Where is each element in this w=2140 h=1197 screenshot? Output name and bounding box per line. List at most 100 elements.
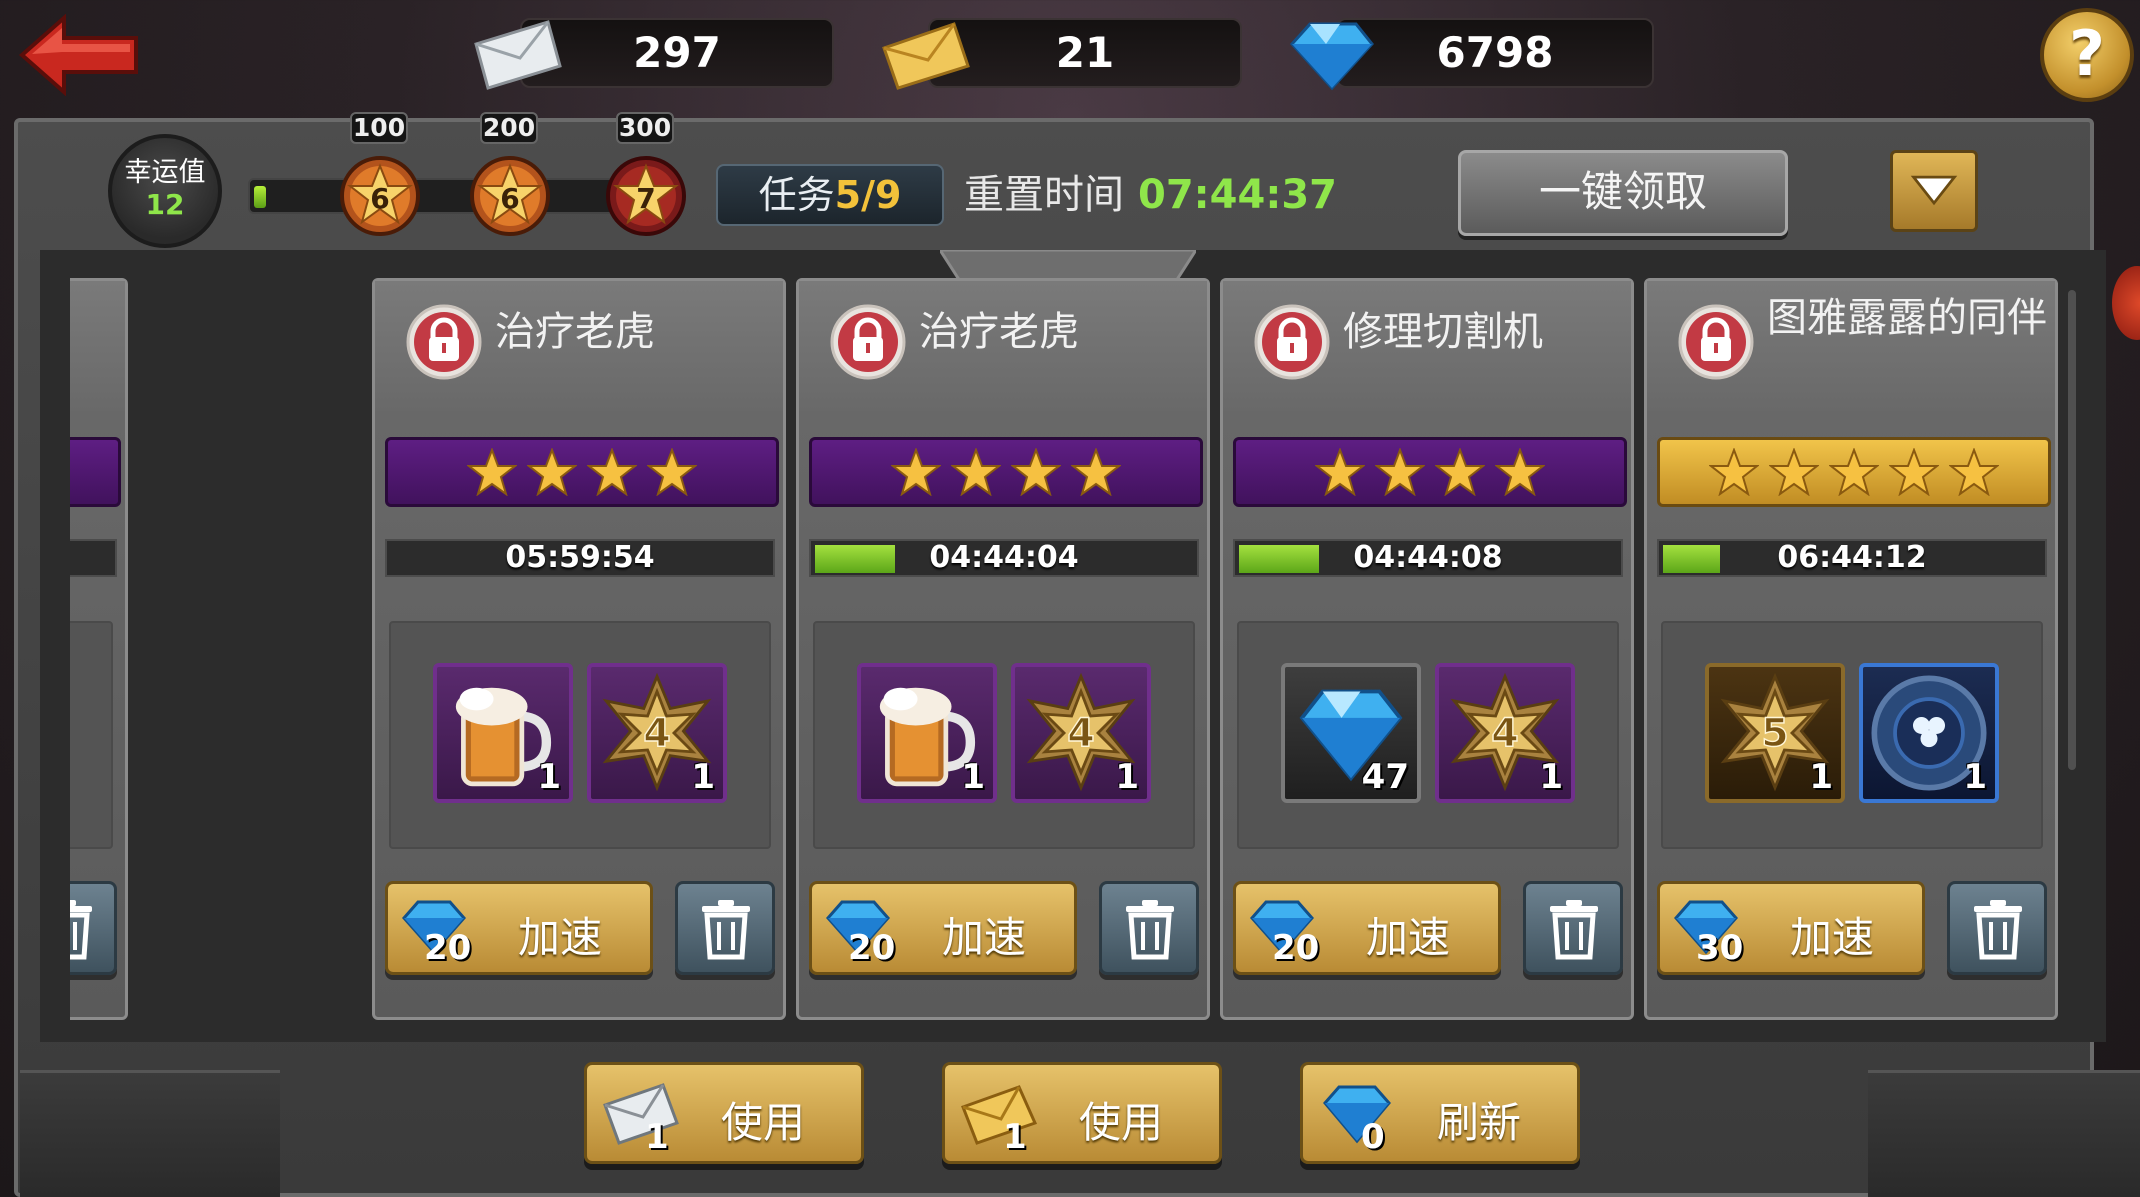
speed-up-cost: 20 (424, 928, 472, 968)
use-envelope-button[interactable]: 1 使用 (584, 1062, 864, 1164)
cards-scrollbar[interactable] (2068, 290, 2076, 770)
trash-icon (1550, 900, 1598, 960)
star-icon (1709, 448, 1759, 496)
side-notification-button[interactable] (2112, 266, 2140, 340)
reward-item[interactable]: 41 (587, 663, 727, 803)
star-icon (1495, 448, 1545, 496)
diamond-icon (1289, 22, 1374, 91)
mission-cards-strip: 治疗老虎05:59:56141加速治疗老虎05:59:5414120加速治疗老虎… (70, 278, 2070, 1020)
diamond-count: 6798 (1436, 28, 1554, 77)
mission-card-header: 治疗老虎 (375, 281, 783, 411)
delete-mission-button[interactable] (1523, 881, 1623, 975)
refresh-cost: 0 (1361, 1117, 1385, 1157)
lucky-progress-fill (254, 186, 266, 208)
milestone-chest-3[interactable]: 7 (604, 154, 688, 238)
speed-up-button[interactable]: 20 加速 (385, 881, 653, 975)
mission-timer: 05:59:56 (70, 541, 115, 575)
mission-timer: 04:44:04 (929, 540, 1079, 575)
mission-card-header: 图雅露露的同伴 (1647, 281, 2055, 411)
task-progress-badge: 任务5/9 (716, 164, 944, 226)
star-icon (647, 448, 697, 496)
reward-quantity: 1 (1809, 757, 1833, 797)
svg-text:4: 4 (643, 710, 671, 756)
reward-item[interactable]: 41 (1011, 663, 1151, 803)
use-gold-envelope-button[interactable]: 1 使用 (942, 1062, 1222, 1164)
mission-card[interactable]: 修理切割机 04:44:08 47 4 1 20 加速 (1220, 278, 1634, 1020)
star-icon (1375, 448, 1425, 496)
mission-rewards: 47 4 1 (1237, 621, 1619, 849)
delete-mission-button[interactable] (70, 881, 117, 975)
mission-star-rating (70, 437, 121, 507)
lock-icon (1678, 304, 1754, 380)
reward-item[interactable]: 1 (857, 663, 997, 803)
mission-card[interactable]: 图雅露露的同伴 06:44:12 5 1 1 30 加速 (1644, 278, 2058, 1020)
trash-icon (70, 900, 92, 960)
back-arrow-icon (18, 13, 138, 97)
star-icon (1829, 448, 1879, 496)
delete-mission-button[interactable] (675, 881, 775, 975)
svg-text:4: 4 (1491, 710, 1519, 756)
gold-envelope-count: 21 (1055, 28, 1115, 77)
milestone-chest-2[interactable]: 6 (468, 154, 552, 238)
use-gold-envelope-label: 使用 (1079, 1098, 1164, 1147)
mission-card[interactable]: 治疗老虎 05:59:54 1 4 1 20 加速 (372, 278, 786, 1020)
lock-icon (1254, 304, 1330, 380)
star-icon (1435, 448, 1485, 496)
star-icon (587, 448, 637, 496)
speed-up-button[interactable]: 30 加速 (1657, 881, 1925, 975)
reward-quantity: 1 (537, 757, 561, 797)
reward-item[interactable]: 1 (1859, 663, 1999, 803)
milestone-threshold-300: 300 (616, 112, 674, 144)
envelope-count: 297 (633, 28, 721, 77)
reward-quantity: 1 (1539, 757, 1563, 797)
mission-rewards: 1 41 (389, 621, 771, 849)
delete-mission-button[interactable] (1947, 881, 2047, 975)
reward-item[interactable]: 51 (1705, 663, 1845, 803)
help-button[interactable]: ? (2040, 8, 2134, 102)
claim-all-button[interactable]: 一键领取 (1458, 150, 1788, 236)
svg-text:4: 4 (1067, 710, 1095, 756)
refresh-label: 刷新 (1437, 1098, 1522, 1147)
reward-item[interactable]: 1 (433, 663, 573, 803)
milestone-chest-1[interactable]: 6 (338, 154, 422, 238)
milestone-count-1: 6 (370, 182, 389, 215)
mission-timer-bar: 05:59:56 (70, 539, 117, 577)
speed-up-label: 加速 (1366, 913, 1451, 962)
speed-up-cost: 30 (1696, 928, 1744, 968)
lucky-progress-bar (248, 178, 650, 214)
star-icon (1071, 448, 1121, 496)
star-icon (1889, 448, 1939, 496)
speed-up-label: 加速 (1790, 913, 1875, 962)
speed-up-button[interactable]: 20 加速 (809, 881, 1077, 975)
milestone-star-medal-icon: 6 (340, 156, 420, 236)
mission-timer: 05:59:54 (505, 540, 655, 575)
refresh-button[interactable]: 0 刷新 (1300, 1062, 1580, 1164)
gold-envelope-use-count: 1 (1003, 1117, 1027, 1157)
dropdown-button[interactable] (1890, 150, 1978, 232)
diamond-icon (1323, 1085, 1391, 1144)
task-progress: 5/9 (834, 173, 902, 217)
speed-up-button[interactable]: 20 加速 (1233, 881, 1501, 975)
milestone-threshold-200: 200 (480, 112, 538, 144)
mission-timer-bar: 06:44:12 (1657, 539, 2047, 577)
envelope-icon (474, 20, 562, 90)
mission-title: 修理切割机 (1343, 309, 1543, 355)
delete-mission-button[interactable] (1099, 881, 1199, 975)
mission-title: 治疗老虎 (919, 309, 1079, 355)
reward-item[interactable]: 41 (1435, 663, 1575, 803)
reward-item[interactable]: 47 (1281, 663, 1421, 803)
reset-time-value: 07:44:37 (1138, 172, 1337, 218)
mission-timer-bar: 04:44:04 (809, 539, 1199, 577)
mission-card-header: 修理切割机 (1223, 281, 1631, 411)
speed-up-label: 加速 (942, 913, 1027, 962)
star-icon (891, 448, 941, 496)
reward-quantity: 1 (1963, 757, 1987, 797)
mission-card[interactable]: 治疗老虎05:59:56141加速 (70, 278, 128, 1020)
trash-icon (1974, 900, 2022, 960)
trash-icon (1126, 900, 1174, 960)
reward-quantity: 1 (961, 757, 985, 797)
lock-icon (830, 304, 906, 380)
mission-card[interactable]: 治疗老虎 04:44:04 1 4 1 20 加速 (796, 278, 1210, 1020)
back-button[interactable] (18, 13, 140, 97)
gold-envelope-icon (882, 22, 970, 90)
